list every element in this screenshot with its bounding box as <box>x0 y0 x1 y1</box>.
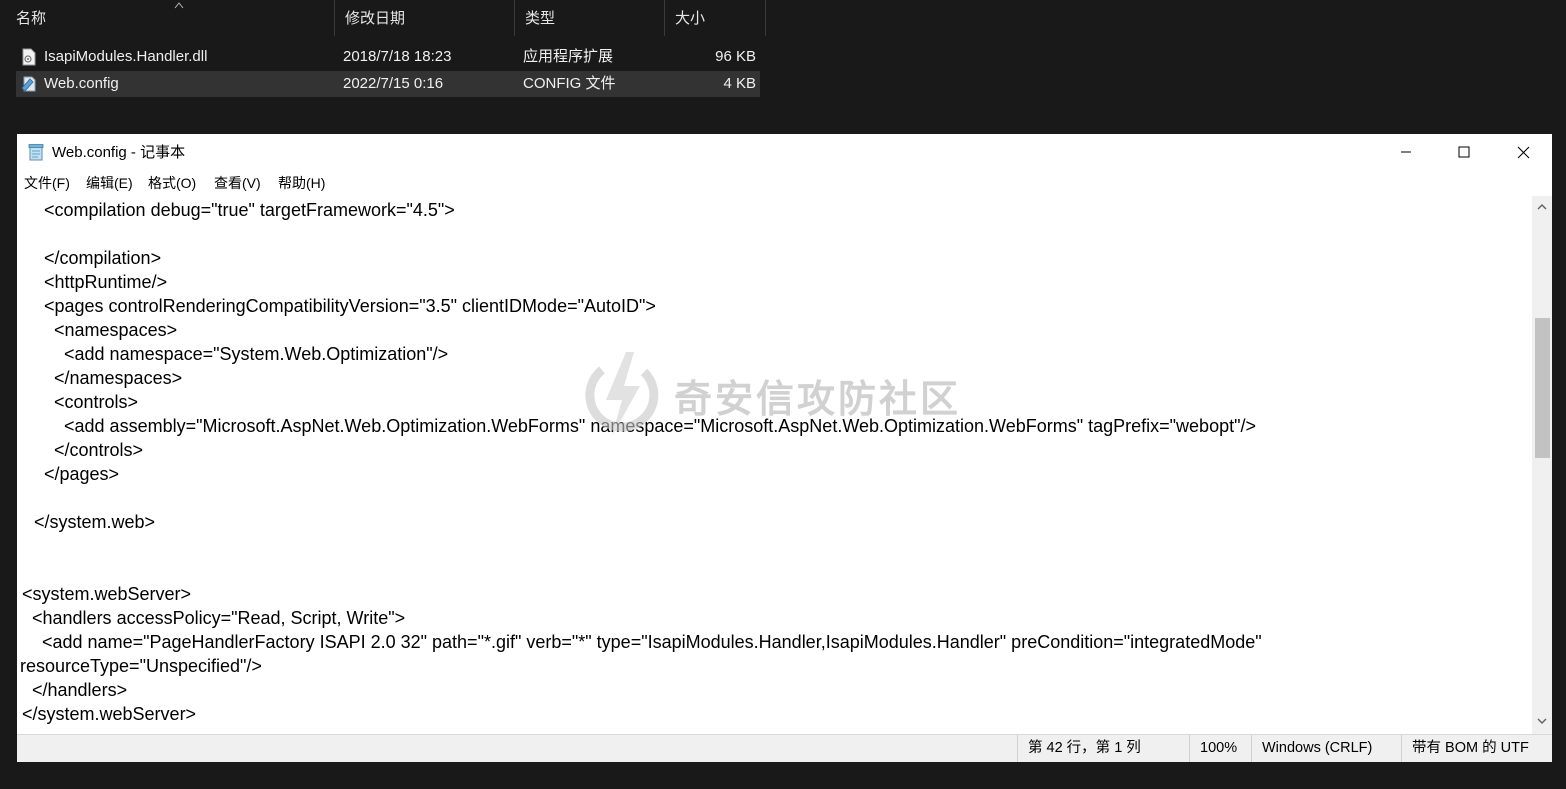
title-bar[interactable]: Web.config - 记事本 <box>17 134 1552 170</box>
window-title: Web.config - 记事本 <box>52 144 186 161</box>
column-size-header[interactable]: 大小 <box>665 0 766 36</box>
file-row-webconfig[interactable]: Web.config 2022/7/15 0:16 CONFIG 文件 4 KB <box>16 71 760 97</box>
menu-format[interactable]: 格式(O) <box>148 170 196 196</box>
vertical-scrollbar[interactable] <box>1532 196 1552 734</box>
code-line: <add assembly="Microsoft.AspNet.Web.Opti… <box>24 416 1256 436</box>
code-line: </system.webServer> <box>17 704 197 724</box>
explorer-column-header: 名称 修改日期 类型 大小 <box>0 0 766 38</box>
code-line: <namespaces> <box>24 320 178 340</box>
file-type: CONFIG 文件 <box>523 75 616 92</box>
file-size: 4 KB <box>723 75 756 92</box>
scroll-thumb[interactable] <box>1535 318 1550 458</box>
cursor-position: 第 42 行，第 1 列 <box>1017 735 1189 762</box>
encoding: 带有 BOM 的 UTF <box>1401 735 1552 762</box>
menu-help[interactable]: 帮助(H) <box>278 170 325 196</box>
file-name: IsapiModules.Handler.dll <box>44 48 208 65</box>
status-bar: 第 42 行，第 1 列 100% Windows (CRLF) 带有 BOM … <box>17 734 1552 762</box>
maximize-icon <box>1458 146 1470 158</box>
config-file-icon <box>21 76 36 92</box>
code-line: </pages> <box>24 464 120 484</box>
minimize-icon <box>1401 151 1411 153</box>
code-line: resourceType="Unspecified"/> <box>20 656 262 676</box>
text-editor[interactable]: <compilation debug="true" targetFramewor… <box>17 196 1532 734</box>
notepad-icon <box>28 144 44 161</box>
code-line: <add namespace="System.Web.Optimization"… <box>24 344 449 364</box>
column-modified-header[interactable]: 修改日期 <box>335 0 515 36</box>
column-name-header[interactable]: 名称 <box>6 0 335 36</box>
close-button[interactable] <box>1494 134 1552 170</box>
notepad-window: Web.config - 记事本 文件(F) 编辑(E) 格式(O) 查看(V)… <box>17 134 1552 762</box>
column-type-header[interactable]: 类型 <box>515 0 665 36</box>
menu-bar: 文件(F) 编辑(E) 格式(O) 查看(V) 帮助(H) <box>17 170 1552 196</box>
close-icon <box>1517 146 1529 158</box>
dll-file-icon <box>22 48 36 66</box>
file-modified: 2018/7/18 18:23 <box>343 48 452 65</box>
code-line: </system.web> <box>24 512 156 532</box>
zoom-level: 100% <box>1189 735 1251 762</box>
menu-edit[interactable]: 编辑(E) <box>86 170 133 196</box>
code-line: <httpRuntime/> <box>24 272 168 292</box>
code-line: </namespaces> <box>24 368 183 388</box>
file-row-dll[interactable]: IsapiModules.Handler.dll 2018/7/18 18:23… <box>16 44 760 70</box>
code-line: </handlers> <box>17 680 128 700</box>
file-modified: 2022/7/15 0:16 <box>343 75 444 92</box>
column-modified-label: 修改日期 <box>345 10 406 27</box>
file-size: 96 KB <box>715 48 756 65</box>
scroll-up-icon[interactable] <box>1535 200 1549 214</box>
minimize-button[interactable] <box>1377 134 1435 170</box>
menu-view[interactable]: 查看(V) <box>214 170 261 196</box>
code-line: </compilation> <box>24 248 162 268</box>
line-ending: Windows (CRLF) <box>1251 735 1401 762</box>
code-line: </controls> <box>24 440 144 460</box>
column-type-label: 类型 <box>525 10 556 27</box>
code-line: <handlers accessPolicy="Read, Script, Wr… <box>17 608 406 628</box>
code-line: <system.webServer> <box>17 584 192 604</box>
file-name: Web.config <box>44 75 119 92</box>
maximize-button[interactable] <box>1435 134 1493 170</box>
column-name-label: 名称 <box>16 10 47 27</box>
scroll-down-icon[interactable] <box>1535 714 1549 728</box>
column-size-label: 大小 <box>675 10 706 27</box>
sort-up-icon <box>174 2 184 9</box>
code-line: <compilation debug="true" targetFramewor… <box>24 200 455 220</box>
code-line: <pages controlRenderingCompatibilityVers… <box>24 296 656 316</box>
code-line: <controls> <box>24 392 139 412</box>
menu-file[interactable]: 文件(F) <box>24 170 70 196</box>
code-line: <add name="PageHandlerFactory ISAPI 2.0 … <box>17 632 1262 652</box>
file-type: 应用程序扩展 <box>523 48 614 65</box>
